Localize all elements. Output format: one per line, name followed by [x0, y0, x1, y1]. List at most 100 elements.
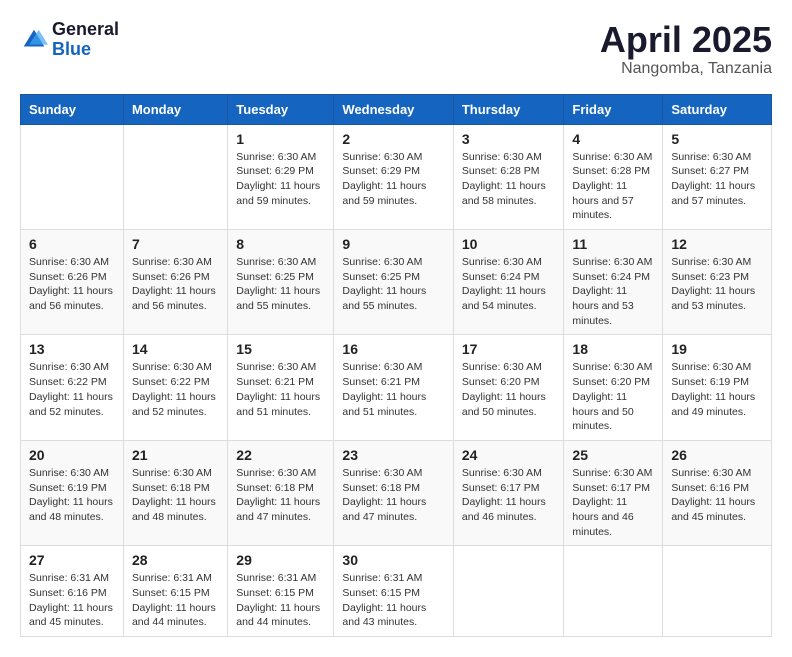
cell-info: Sunrise: 6:30 AM Sunset: 6:17 PM Dayligh…: [462, 466, 556, 525]
cell-info: Sunrise: 6:30 AM Sunset: 6:18 PM Dayligh…: [236, 466, 325, 525]
calendar-cell: 15 Sunrise: 6:30 AM Sunset: 6:21 PM Dayli…: [228, 335, 334, 440]
calendar-cell: 24 Sunrise: 6:30 AM Sunset: 6:17 PM Dayli…: [453, 440, 564, 545]
calendar-cell: 13Sunrise: 6:30 AM Sunset: 6:22 PM Dayli…: [21, 335, 124, 440]
cell-info: Sunrise: 6:30 AM Sunset: 6:26 PM Dayligh…: [29, 255, 115, 314]
day-number: 11: [572, 236, 654, 252]
logo-general-text: General: [52, 20, 119, 40]
calendar-table: SundayMondayTuesdayWednesdayThursdayFrid…: [20, 94, 772, 638]
calendar-cell: [663, 546, 772, 637]
day-number: 17: [462, 341, 556, 357]
day-header-saturday: Saturday: [663, 94, 772, 124]
calendar-cell: [123, 124, 227, 229]
cell-info: Sunrise: 6:30 AM Sunset: 6:23 PM Dayligh…: [671, 255, 763, 314]
cell-info: Sunrise: 6:31 AM Sunset: 6:16 PM Dayligh…: [29, 571, 115, 630]
day-number: 29: [236, 552, 325, 568]
cell-info: Sunrise: 6:31 AM Sunset: 6:15 PM Dayligh…: [236, 571, 325, 630]
calendar-cell: 27 Sunrise: 6:31 AM Sunset: 6:16 PM Dayli…: [21, 546, 124, 637]
calendar-cell: 18 Sunrise: 6:30 AM Sunset: 6:20 PM Dayli…: [564, 335, 663, 440]
cell-info: Sunrise: 6:30 AM Sunset: 6:21 PM Dayligh…: [236, 360, 325, 419]
day-number: 24: [462, 447, 556, 463]
calendar-cell: 11 Sunrise: 6:30 AM Sunset: 6:24 PM Dayli…: [564, 230, 663, 335]
calendar-cell: 28 Sunrise: 6:31 AM Sunset: 6:15 PM Dayli…: [123, 546, 227, 637]
day-header-tuesday: Tuesday: [228, 94, 334, 124]
cell-info: Sunrise: 6:30 AM Sunset: 6:21 PM Dayligh…: [342, 360, 444, 419]
day-number: 19: [671, 341, 763, 357]
calendar-cell: 12 Sunrise: 6:30 AM Sunset: 6:23 PM Dayli…: [663, 230, 772, 335]
day-number: 6: [29, 236, 115, 252]
logo-icon: [20, 26, 48, 54]
logo-text: General Blue: [52, 20, 119, 60]
calendar-cell: 21Sunrise: 6:30 AM Sunset: 6:18 PM Dayli…: [123, 440, 227, 545]
calendar-cell: 6 Sunrise: 6:30 AM Sunset: 6:26 PM Daylig…: [21, 230, 124, 335]
calendar-week-1: 1 Sunrise: 6:30 AM Sunset: 6:29 PM Daylig…: [21, 124, 772, 229]
day-number: 12: [671, 236, 763, 252]
cell-info: Sunrise: 6:30 AM Sunset: 6:26 PM Dayligh…: [132, 255, 219, 314]
cell-info: Sunrise: 6:30 AM Sunset: 6:24 PM Dayligh…: [462, 255, 556, 314]
day-header-wednesday: Wednesday: [334, 94, 453, 124]
day-header-sunday: Sunday: [21, 94, 124, 124]
location-title: Nangomba, Tanzania: [600, 60, 772, 78]
cell-info: Sunrise: 6:30 AM Sunset: 6:20 PM Dayligh…: [462, 360, 556, 419]
day-number: 15: [236, 341, 325, 357]
calendar-cell: 10 Sunrise: 6:30 AM Sunset: 6:24 PM Dayli…: [453, 230, 564, 335]
day-number: 5: [671, 131, 763, 147]
calendar-week-4: 20 Sunrise: 6:30 AM Sunset: 6:19 PM Dayli…: [21, 440, 772, 545]
calendar-cell: 3Sunrise: 6:30 AM Sunset: 6:28 PM Daylig…: [453, 124, 564, 229]
day-number: 8: [236, 236, 325, 252]
day-number: 7: [132, 236, 219, 252]
day-number: 30: [342, 552, 444, 568]
calendar-week-5: 27 Sunrise: 6:31 AM Sunset: 6:16 PM Dayli…: [21, 546, 772, 637]
cell-info: Sunrise: 6:30 AM Sunset: 6:29 PM Dayligh…: [236, 150, 325, 209]
cell-info: Sunrise: 6:31 AM Sunset: 6:15 PM Dayligh…: [132, 571, 219, 630]
calendar-cell: 23 Sunrise: 6:30 AM Sunset: 6:18 PM Dayli…: [334, 440, 453, 545]
calendar-header-row: SundayMondayTuesdayWednesdayThursdayFrid…: [21, 94, 772, 124]
day-number: 18: [572, 341, 654, 357]
calendar-cell: 20 Sunrise: 6:30 AM Sunset: 6:19 PM Dayli…: [21, 440, 124, 545]
cell-info: Sunrise: 6:30 AM Sunset: 6:20 PM Dayligh…: [572, 360, 654, 433]
day-number: 23: [342, 447, 444, 463]
calendar-cell: 5 Sunrise: 6:30 AM Sunset: 6:27 PM Daylig…: [663, 124, 772, 229]
day-number: 10: [462, 236, 556, 252]
cell-info: Sunrise: 6:30 AM Sunset: 6:29 PM Dayligh…: [342, 150, 444, 209]
cell-info: Sunrise: 6:31 AM Sunset: 6:15 PM Dayligh…: [342, 571, 444, 630]
day-number: 4: [572, 131, 654, 147]
calendar-cell: 2Sunrise: 6:30 AM Sunset: 6:29 PM Daylig…: [334, 124, 453, 229]
cell-info: Sunrise: 6:30 AM Sunset: 6:22 PM Dayligh…: [29, 360, 115, 419]
calendar-cell: 16Sunrise: 6:30 AM Sunset: 6:21 PM Dayli…: [334, 335, 453, 440]
calendar-cell: 7 Sunrise: 6:30 AM Sunset: 6:26 PM Daylig…: [123, 230, 227, 335]
calendar-cell: [564, 546, 663, 637]
page-header: General Blue April 2025 Nangomba, Tanzan…: [20, 20, 772, 78]
cell-info: Sunrise: 6:30 AM Sunset: 6:19 PM Dayligh…: [29, 466, 115, 525]
day-header-monday: Monday: [123, 94, 227, 124]
cell-info: Sunrise: 6:30 AM Sunset: 6:16 PM Dayligh…: [671, 466, 763, 525]
cell-info: Sunrise: 6:30 AM Sunset: 6:28 PM Dayligh…: [462, 150, 556, 209]
calendar-week-2: 6 Sunrise: 6:30 AM Sunset: 6:26 PM Daylig…: [21, 230, 772, 335]
month-title: April 2025: [600, 20, 772, 60]
day-number: 28: [132, 552, 219, 568]
day-number: 25: [572, 447, 654, 463]
title-area: April 2025 Nangomba, Tanzania: [600, 20, 772, 78]
cell-info: Sunrise: 6:30 AM Sunset: 6:22 PM Dayligh…: [132, 360, 219, 419]
day-number: 14: [132, 341, 219, 357]
cell-info: Sunrise: 6:30 AM Sunset: 6:28 PM Dayligh…: [572, 150, 654, 223]
cell-info: Sunrise: 6:30 AM Sunset: 6:24 PM Dayligh…: [572, 255, 654, 328]
calendar-cell: 8 Sunrise: 6:30 AM Sunset: 6:25 PM Daylig…: [228, 230, 334, 335]
calendar-cell: 25Sunrise: 6:30 AM Sunset: 6:17 PM Dayli…: [564, 440, 663, 545]
day-number: 20: [29, 447, 115, 463]
cell-info: Sunrise: 6:30 AM Sunset: 6:25 PM Dayligh…: [236, 255, 325, 314]
calendar-week-3: 13Sunrise: 6:30 AM Sunset: 6:22 PM Dayli…: [21, 335, 772, 440]
cell-info: Sunrise: 6:30 AM Sunset: 6:25 PM Dayligh…: [342, 255, 444, 314]
calendar-cell: 17 Sunrise: 6:30 AM Sunset: 6:20 PM Dayli…: [453, 335, 564, 440]
cell-info: Sunrise: 6:30 AM Sunset: 6:18 PM Dayligh…: [132, 466, 219, 525]
calendar-cell: 29 Sunrise: 6:31 AM Sunset: 6:15 PM Dayli…: [228, 546, 334, 637]
calendar-cell: 14 Sunrise: 6:30 AM Sunset: 6:22 PM Dayli…: [123, 335, 227, 440]
calendar-cell: 4 Sunrise: 6:30 AM Sunset: 6:28 PM Daylig…: [564, 124, 663, 229]
day-number: 22: [236, 447, 325, 463]
day-number: 9: [342, 236, 444, 252]
day-number: 1: [236, 131, 325, 147]
day-header-thursday: Thursday: [453, 94, 564, 124]
cell-info: Sunrise: 6:30 AM Sunset: 6:27 PM Dayligh…: [671, 150, 763, 209]
day-number: 27: [29, 552, 115, 568]
cell-info: Sunrise: 6:30 AM Sunset: 6:18 PM Dayligh…: [342, 466, 444, 525]
calendar-cell: [21, 124, 124, 229]
